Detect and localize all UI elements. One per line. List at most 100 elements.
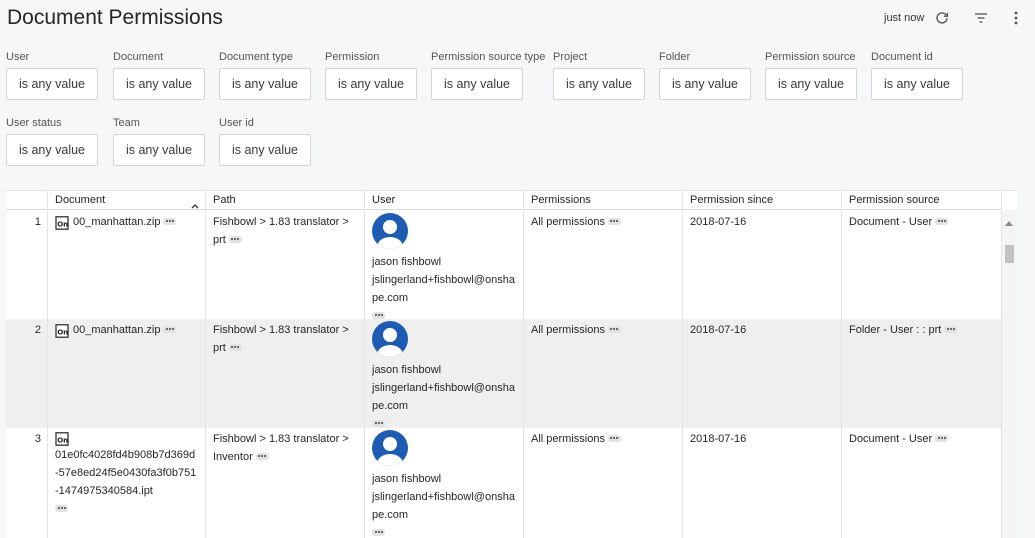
filter-value-button[interactable]: is any value — [219, 68, 311, 100]
column-header-user[interactable]: User — [365, 191, 524, 210]
filter-project: Project is any value — [553, 51, 645, 100]
table-row[interactable]: 3 On 01e0fc4028fd4b908b7d369d-57e8ed24f5… — [6, 428, 1002, 538]
permission-source-text: Document - User — [849, 433, 933, 445]
permissions-table: Document Path User Permissions Permissio… — [6, 190, 1017, 538]
user-email: jslingerland+fishbowl@onshape.com — [372, 491, 515, 521]
user-avatar-icon — [372, 213, 408, 249]
more-options-icon[interactable] — [55, 504, 68, 512]
more-options-icon[interactable] — [935, 217, 949, 225]
onshape-document-icon: On — [55, 216, 69, 230]
more-options-icon[interactable] — [607, 325, 621, 333]
document-name[interactable]: 01e0fc4028fd4b908b7d369d-57e8ed24f5e0430… — [55, 446, 198, 500]
more-options-icon[interactable] — [607, 434, 621, 442]
path-cell: Fishbowl > 1.83 translator > prt — [206, 211, 365, 319]
vertical-scrollbar[interactable] — [1002, 210, 1017, 538]
filter-user-status: User status is any value — [6, 117, 98, 166]
scroll-up-arrow-icon[interactable] — [1005, 213, 1013, 231]
column-header-rownum — [6, 191, 48, 210]
row-number: 1 — [6, 211, 48, 319]
path-cell: Fishbowl > 1.83 translator > Inventor — [206, 428, 365, 538]
svg-text:On: On — [57, 437, 68, 445]
filter-value-button[interactable]: is any value — [113, 134, 205, 166]
column-header-path[interactable]: Path — [206, 191, 365, 210]
more-options-icon[interactable] — [372, 419, 385, 427]
table-row[interactable]: 1 On 00_manhattan.zip Fishbowl > 1.83 tr… — [6, 211, 1002, 319]
permissions-cell: All permissions — [524, 211, 683, 319]
scrollbar-thumb[interactable] — [1005, 245, 1014, 263]
filter-document-type: Document type is any value — [219, 51, 311, 100]
filter-value-button[interactable]: is any value — [325, 68, 417, 100]
more-options-icon[interactable] — [372, 311, 385, 319]
more-options-icon[interactable] — [163, 217, 177, 225]
filter-value-button[interactable]: is any value — [765, 68, 857, 100]
table-header: Document Path User Permissions Permissio… — [6, 191, 1002, 210]
more-options-icon[interactable] — [372, 528, 385, 536]
filter-permission-source: Permission source is any value — [765, 51, 857, 100]
more-options-icon[interactable] — [935, 434, 949, 442]
filter-label: Document type — [219, 51, 293, 63]
permission-source-text: Folder - User : : prt — [849, 324, 942, 336]
document-cell: On 00_manhattan.zip — [48, 211, 206, 319]
filter-value-button[interactable]: is any value — [6, 134, 98, 166]
user-name: jason fishbowl — [372, 256, 442, 268]
document-cell: On 01e0fc4028fd4b908b7d369d-57e8ed24f5e0… — [48, 428, 206, 538]
user-cell: jason fishbowl jslingerland+fishbowl@ons… — [365, 211, 524, 319]
permission-since-cell: 2018-07-16 — [683, 319, 842, 428]
more-options-icon[interactable] — [255, 452, 269, 460]
svg-text:On: On — [57, 329, 68, 337]
user-cell: jason fishbowl jslingerland+fishbowl@ons… — [365, 428, 524, 538]
document-name[interactable]: 00_manhattan.zip — [73, 216, 160, 228]
filter-value-button[interactable]: is any value — [113, 68, 205, 100]
filter-label: User status — [6, 117, 62, 129]
more-options-icon[interactable] — [163, 325, 177, 333]
column-header-label: Document — [55, 194, 106, 206]
filter-value-button[interactable]: is any value — [431, 68, 523, 100]
filter-user: User is any value — [6, 51, 98, 100]
user-email: jslingerland+fishbowl@onshape.com — [372, 274, 515, 304]
filter-value-button[interactable]: is any value — [6, 68, 98, 100]
filter-value-button[interactable]: is any value — [553, 68, 645, 100]
permission-source-cell: Document - User — [842, 211, 1002, 319]
filter-label: Permission source — [765, 51, 856, 63]
user-name: jason fishbowl — [372, 364, 442, 376]
table-row[interactable]: 2 On 00_manhattan.zip Fishbowl > 1.83 tr… — [6, 319, 1002, 428]
document-name[interactable]: 00_manhattan.zip — [73, 324, 160, 336]
permissions-text: All permissions — [531, 216, 605, 228]
user-avatar-icon — [372, 321, 408, 357]
more-options-icon[interactable] — [228, 343, 242, 351]
filter-value-button[interactable]: is any value — [219, 134, 311, 166]
document-cell: On 00_manhattan.zip — [48, 319, 206, 428]
filter-team: Team is any value — [113, 117, 205, 166]
filter-label: Document id — [871, 51, 933, 63]
column-header-permissions[interactable]: Permissions — [524, 191, 683, 210]
permissions-cell: All permissions — [524, 319, 683, 428]
filter-document: Document is any value — [113, 51, 205, 100]
permission-source-text: Document - User — [849, 216, 933, 228]
more-options-icon[interactable] — [228, 235, 242, 243]
filter-label: User id — [219, 117, 254, 129]
user-email: jslingerland+fishbowl@onshape.com — [372, 382, 515, 412]
column-header-permission-since[interactable]: Permission since — [683, 191, 842, 210]
column-header-permission-source[interactable]: Permission source — [842, 191, 1002, 210]
permission-source-cell: Folder - User : : prt — [842, 319, 1002, 428]
filter-label: Permission — [325, 51, 380, 63]
filter-permission-source-type: Permission source type is any value — [431, 51, 546, 100]
filter-folder: Folder is any value — [659, 51, 751, 100]
filter-user-id: User id is any value — [219, 117, 311, 166]
column-header-document[interactable]: Document — [48, 191, 206, 210]
filter-label: Document — [113, 51, 164, 63]
filter-label: Team — [113, 117, 140, 129]
permissions-text: All permissions — [531, 433, 605, 445]
filter-bar: User is any value Document is any value … — [0, 0, 1035, 180]
filter-value-button[interactable]: is any value — [659, 68, 751, 100]
filter-value-button[interactable]: is any value — [871, 68, 963, 100]
permissions-text: All permissions — [531, 324, 605, 336]
onshape-document-icon: On — [55, 324, 69, 338]
user-avatar-icon — [372, 430, 408, 466]
more-options-icon[interactable] — [607, 217, 621, 225]
more-options-icon[interactable] — [944, 325, 958, 333]
filter-label: Permission source type — [431, 51, 546, 63]
filter-label: Project — [553, 51, 588, 63]
permission-since-cell: 2018-07-16 — [683, 428, 842, 538]
permission-source-cell: Document - User — [842, 428, 1002, 538]
